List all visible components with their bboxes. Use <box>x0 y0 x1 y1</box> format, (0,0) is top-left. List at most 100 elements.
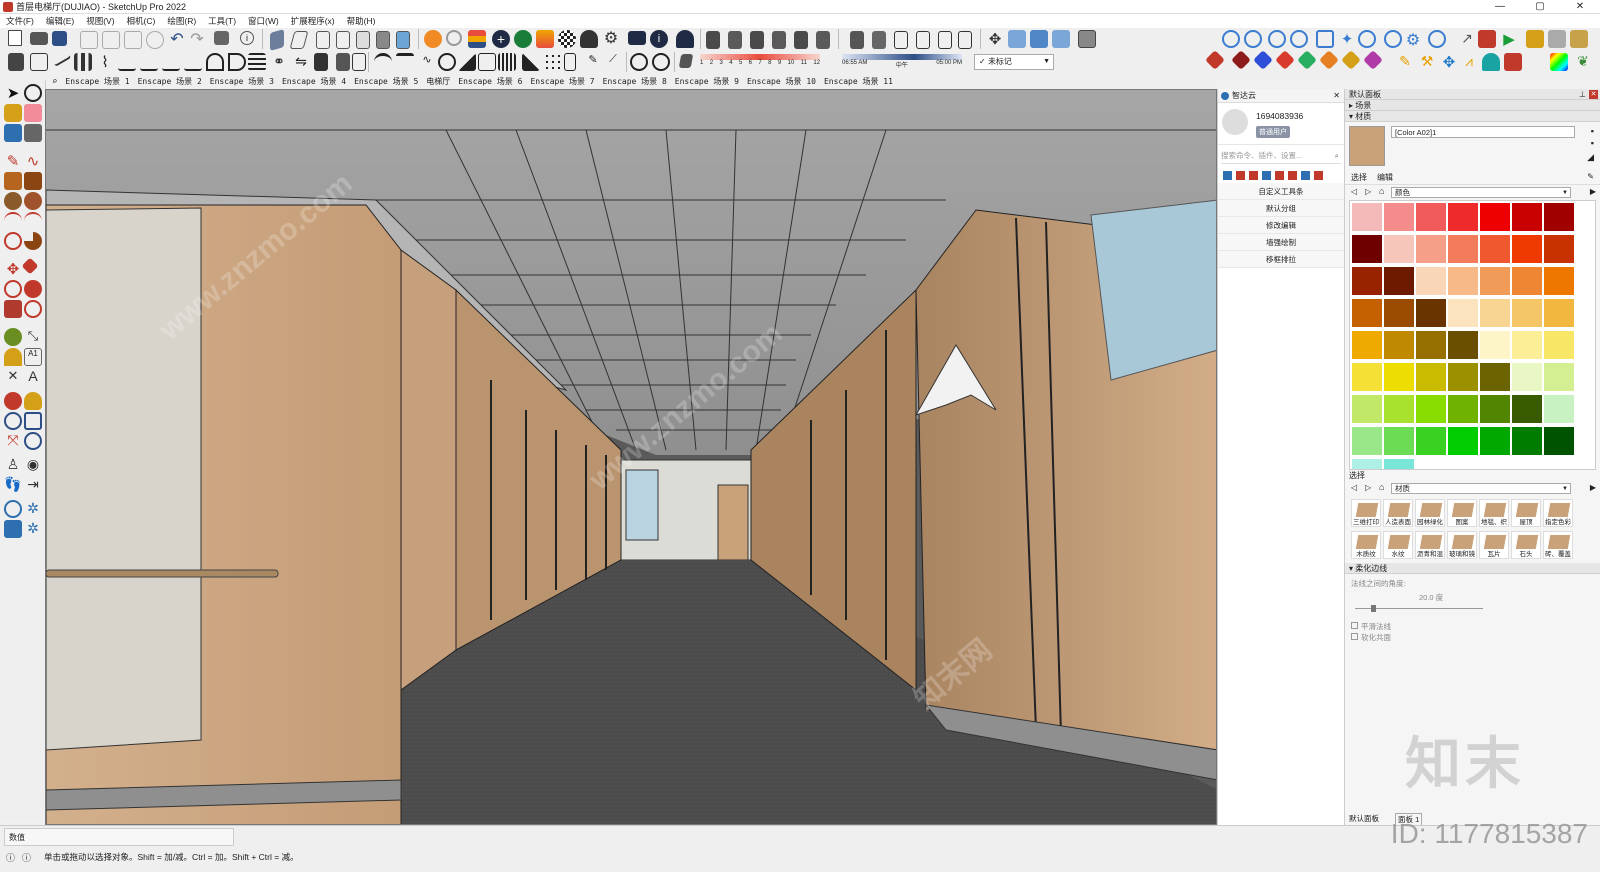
house-5-icon[interactable] <box>938 31 952 49</box>
component-box-4-icon[interactable] <box>772 31 786 49</box>
solid-tool-2-icon[interactable] <box>1030 30 1048 48</box>
material-folder[interactable]: 屋顶 <box>1511 499 1541 527</box>
color-swatch[interactable] <box>1384 459 1414 469</box>
flow-tool-icon[interactable] <box>352 53 366 71</box>
color-swatch[interactable] <box>1352 267 1382 295</box>
color-swatch[interactable] <box>1352 427 1382 455</box>
cloud-1-icon[interactable] <box>1222 30 1240 48</box>
color-swatch[interactable] <box>1416 363 1446 391</box>
layout-icon[interactable]: ✲ <box>24 520 42 538</box>
color-swatch[interactable] <box>1448 395 1478 423</box>
rectangle-icon[interactable] <box>4 172 22 190</box>
leaf-icon[interactable]: ❦ <box>1574 53 1592 71</box>
house-4-icon[interactable] <box>916 31 930 49</box>
info-circle-icon[interactable]: i <box>650 30 668 48</box>
color-swatch[interactable] <box>1480 427 1510 455</box>
solid-tool-1-icon[interactable] <box>1008 30 1026 48</box>
position-camera-icon[interactable]: ♙ <box>4 456 22 474</box>
details-arrow-icon[interactable]: ▶ <box>1590 187 1596 196</box>
brush-tool-icon[interactable]: ⟋ <box>604 53 622 71</box>
close-window-button[interactable]: ✕ <box>1560 0 1600 14</box>
color-swatch[interactable] <box>1544 299 1574 327</box>
credits-icon[interactable]: ⓘ <box>22 851 31 864</box>
axis-green-icon[interactable] <box>1297 50 1317 70</box>
component-box-2-icon[interactable] <box>728 31 742 49</box>
warehouse-icon[interactable] <box>424 30 442 48</box>
smooth-normals-checkbox[interactable] <box>1351 622 1358 629</box>
color-swatch[interactable] <box>1512 203 1542 231</box>
color-swatch[interactable] <box>1480 363 1510 391</box>
axis-blue-icon[interactable] <box>1253 50 1273 70</box>
erase-icon[interactable] <box>146 31 164 49</box>
material-name-field[interactable]: [Color A02]1 <box>1391 126 1575 138</box>
measure-tool-icon[interactable]: ⩘ <box>1460 53 1478 71</box>
slope-tool-icon[interactable] <box>458 53 476 71</box>
arrow-tool-icon[interactable]: ↗ <box>1458 30 1476 48</box>
pencil-icon[interactable]: ✎ <box>4 152 22 170</box>
component-box-1-icon[interactable] <box>706 31 720 49</box>
eraser-icon[interactable] <box>24 104 42 122</box>
scene-tab[interactable]: Enscape 场景 7 <box>526 76 598 87</box>
quick-icon[interactable] <box>1314 170 1323 180</box>
zhidayun-menu-item[interactable]: 修改编辑 <box>1218 217 1344 234</box>
color-swatch[interactable] <box>1480 299 1510 327</box>
roof-tool-icon[interactable] <box>478 53 496 71</box>
quick-icon[interactable] <box>1236 170 1245 180</box>
cut-icon[interactable] <box>80 31 98 49</box>
quick-icon[interactable] <box>1288 170 1297 180</box>
color-swatch[interactable] <box>1384 331 1414 359</box>
color-swatch[interactable] <box>1512 363 1542 391</box>
axis-orange-icon[interactable] <box>1319 50 1339 70</box>
rotated-rect-icon[interactable] <box>24 172 42 190</box>
scene-tab[interactable]: Enscape 场景 8 <box>599 76 671 87</box>
layers-stack-icon[interactable] <box>468 30 486 48</box>
soften-edges-header[interactable]: ▾ 柔化边线 <box>1345 563 1600 574</box>
bar-chart-icon[interactable] <box>74 53 92 71</box>
color-palette-icon[interactable] <box>1550 53 1568 71</box>
material-folder[interactable]: 瓦片 <box>1479 531 1509 559</box>
color-swatch[interactable] <box>1512 299 1542 327</box>
arc-2-icon[interactable] <box>24 212 42 230</box>
pipe-tool-icon[interactable] <box>396 53 414 71</box>
curve-tool-1-icon[interactable] <box>206 53 224 71</box>
solid-tool-3-icon[interactable] <box>1052 30 1070 48</box>
details-arrow-icon[interactable]: ▶ <box>1590 483 1596 492</box>
zhidayun-menu-item[interactable]: 默认分组 <box>1218 200 1344 217</box>
zoom-icon[interactable] <box>4 412 22 430</box>
maximize-button[interactable]: ▢ <box>1520 0 1560 14</box>
cube-gold-2-icon[interactable] <box>1570 30 1588 48</box>
color-swatch[interactable] <box>1480 331 1510 359</box>
select-arrow-icon[interactable]: ➤ <box>4 84 22 102</box>
close-icon[interactable]: ✕ <box>1333 89 1340 103</box>
eyedropper-icon[interactable]: ✎ <box>1587 172 1594 181</box>
model-viewport[interactable]: www.znzmo.com www.znzmo.com 知末网 <box>45 89 1217 825</box>
solid-box-icon[interactable] <box>1078 30 1096 48</box>
arc-icon[interactable] <box>4 212 22 230</box>
settings-gear-icon[interactable]: ⚙ <box>1404 30 1422 49</box>
quick-icon[interactable] <box>1223 170 1232 180</box>
zoom-extents-icon[interactable]: ⤧ <box>4 432 22 450</box>
section-icon[interactable]: ⇥ <box>24 476 42 494</box>
spiral-tool-icon[interactable] <box>438 53 456 71</box>
mesh-tool-4-icon[interactable] <box>184 53 202 71</box>
protractor-icon[interactable] <box>4 348 22 366</box>
zhidayun-menu-item[interactable]: 自定义工具条 <box>1218 183 1344 200</box>
orbit-tool-icon[interactable] <box>24 84 42 102</box>
color-swatch[interactable] <box>1416 395 1446 423</box>
door-tool-icon[interactable] <box>564 53 576 71</box>
material-action-icon[interactable]: ◢ <box>1587 152 1594 163</box>
scene-tab[interactable]: Enscape 场景 9 <box>671 76 743 87</box>
material-folder[interactable]: 园林绿化 <box>1415 499 1445 527</box>
close-icon[interactable]: ✕ <box>1589 90 1598 99</box>
follow-me-icon[interactable] <box>24 280 42 298</box>
color-swatch[interactable] <box>1480 267 1510 295</box>
angle-slider-thumb[interactable] <box>1371 605 1376 612</box>
dimension-icon[interactable]: ⤡ <box>24 328 42 346</box>
cube-gold-1-icon[interactable] <box>1526 30 1544 48</box>
color-collection-dropdown[interactable]: 颜色 ▼ <box>1391 187 1571 198</box>
views-top-icon[interactable] <box>289 31 309 49</box>
color-swatch[interactable] <box>1352 395 1382 423</box>
tab-default-panel[interactable]: 默认面板 <box>1349 813 1379 824</box>
axis-gold-icon[interactable] <box>1341 50 1361 70</box>
new-file-icon[interactable] <box>8 30 22 46</box>
